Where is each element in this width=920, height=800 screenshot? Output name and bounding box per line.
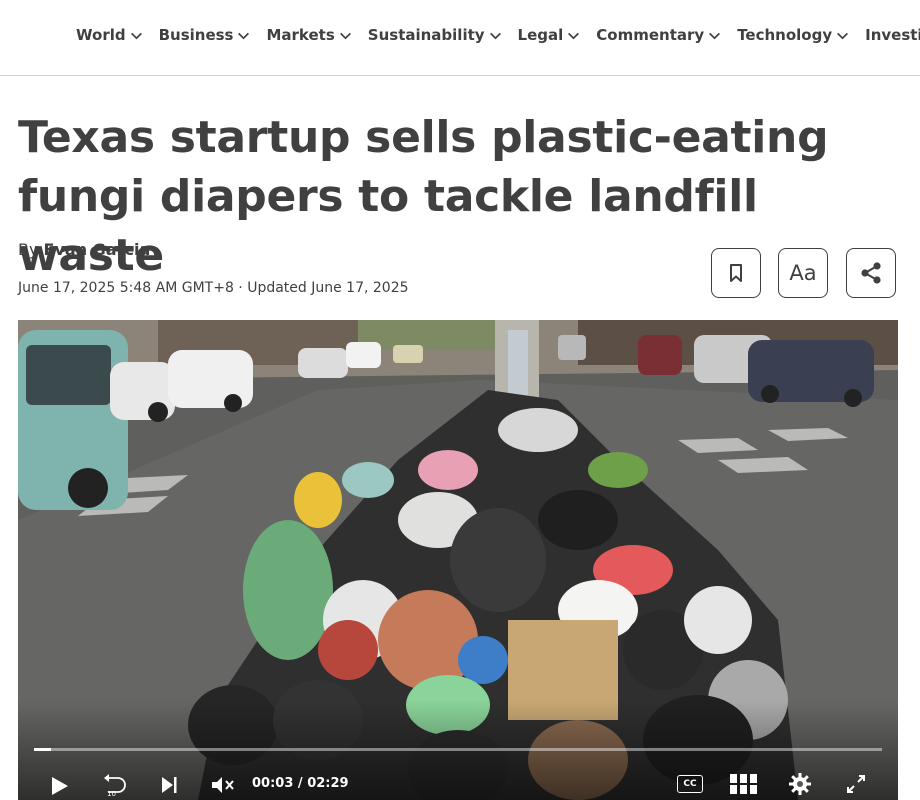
nav-item-sustainability[interactable]: Sustainability	[368, 26, 502, 44]
byline-prefix: By	[18, 240, 39, 259]
text-size-button[interactable]: Aa	[778, 248, 828, 298]
share-button[interactable]	[846, 248, 896, 298]
video-frame	[18, 320, 898, 800]
nav-item-label: Technology	[737, 26, 833, 44]
video-controls: 10 00:03 / 02:29 CC	[18, 768, 898, 800]
chevron-down-icon	[238, 32, 250, 39]
author-link[interactable]: Evan Garcia	[44, 240, 151, 259]
closed-captions-icon: CC	[683, 779, 697, 789]
fullscreen-icon[interactable]	[845, 773, 867, 795]
current-time: 00:03	[252, 776, 294, 791]
share-icon	[861, 262, 881, 284]
nav-item-label: Markets	[266, 26, 335, 44]
chevron-down-icon	[130, 32, 142, 39]
gear-icon[interactable]	[789, 773, 811, 795]
mute-icon[interactable]	[210, 774, 236, 796]
nav-item-label: Commentary	[596, 26, 705, 44]
top-navigation: World Business Markets Sustainability Le…	[0, 0, 920, 76]
skip-next-icon[interactable]	[159, 775, 179, 795]
byline: By Evan Garcia	[18, 240, 150, 259]
chevron-down-icon	[709, 32, 721, 39]
nav-item-label: Business	[158, 26, 234, 44]
bookmark-button[interactable]	[711, 248, 761, 298]
video-progress-fill	[34, 748, 51, 751]
svg-text:10: 10	[107, 790, 116, 798]
nav-item-label: World	[76, 26, 126, 44]
nav-item-technology[interactable]: Technology	[737, 26, 849, 44]
duration: 02:29	[307, 776, 349, 791]
chevron-down-icon	[568, 32, 580, 39]
dateline: June 17, 2025 5:48 AM GMT+8 · Updated Ju…	[18, 280, 409, 296]
time-separator: /	[297, 776, 303, 791]
nav-item-label: Sustainability	[367, 26, 485, 44]
nav-item-label: Investigations	[865, 26, 920, 44]
rewind-10-icon[interactable]: 10	[100, 772, 126, 798]
video-time: 00:03 / 02:29	[252, 776, 349, 791]
text-size-label: Aa	[789, 261, 817, 285]
chevron-down-icon	[837, 32, 849, 39]
nav-item-commentary[interactable]: Commentary	[596, 26, 721, 44]
nav-item-markets[interactable]: Markets	[266, 26, 351, 44]
closed-captions-button[interactable]: CC	[677, 775, 703, 793]
video-player[interactable]: 10 00:03 / 02:29 CC	[18, 320, 898, 800]
nav-item-investigations[interactable]: Investigations	[865, 26, 920, 44]
nav-list: World Business Markets Sustainability Le…	[76, 26, 920, 44]
nav-item-world[interactable]: World	[76, 26, 143, 44]
play-icon[interactable]	[48, 775, 70, 797]
grid-icon[interactable]	[729, 773, 759, 795]
nav-item-business[interactable]: Business	[159, 26, 251, 44]
bookmark-icon	[730, 264, 742, 282]
nav-item-label: Legal	[517, 26, 564, 44]
chevron-down-icon	[339, 32, 351, 39]
nav-item-legal[interactable]: Legal	[518, 26, 581, 44]
video-progress-bar[interactable]	[34, 748, 882, 751]
chevron-down-icon	[489, 32, 501, 39]
